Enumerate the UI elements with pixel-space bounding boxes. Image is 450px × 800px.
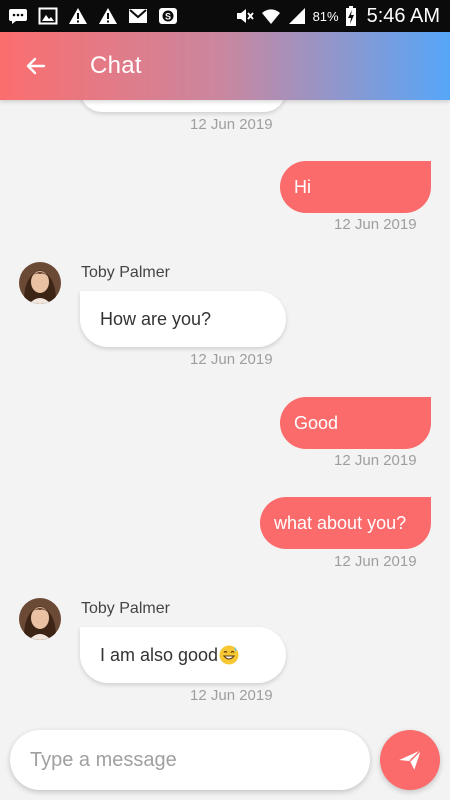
back-button[interactable] [16, 46, 56, 86]
wifi-icon [261, 7, 281, 25]
contact-photo [19, 598, 61, 640]
mail-icon [128, 7, 148, 25]
contact-photo [19, 262, 61, 304]
message-text: I am also good [100, 644, 219, 665]
message-text: Hi [294, 176, 311, 197]
message-timestamp: 12 Jun 2019 [334, 452, 417, 469]
battery-charging-icon [345, 6, 357, 26]
warning-icon [68, 7, 88, 25]
message-timestamp: 12 Jun 2019 [190, 116, 273, 133]
arrow-left-icon [26, 57, 46, 75]
incoming-message-bubble: How are you? [80, 291, 286, 347]
status-bar: S 81% 5:46 AM [0, 0, 450, 32]
outgoing-message-bubble: what about you? [260, 497, 431, 549]
message-text: Good [294, 412, 339, 433]
status-time: 5:46 AM [366, 4, 440, 27]
message-timestamp: 12 Jun 2019 [334, 553, 417, 570]
outgoing-message-bubble: Hi [280, 161, 431, 213]
send-button[interactable] [380, 730, 440, 790]
message-list[interactable]: 12 Jun 2019 Hi 12 Jun 2019 Toby Palmer H… [0, 100, 450, 720]
outgoing-message-bubble: Good [280, 397, 431, 449]
incoming-message-bubble [80, 100, 286, 112]
message-timestamp: 12 Jun 2019 [190, 687, 273, 704]
message-input[interactable] [30, 748, 350, 772]
message-composer [10, 730, 370, 790]
message-timestamp: 12 Jun 2019 [334, 216, 417, 233]
incoming-message-bubble: I am also good [80, 627, 286, 683]
page-title: Chat [90, 52, 142, 79]
message-text: How are you? [100, 308, 212, 329]
skype-icon: S [158, 7, 178, 25]
warning-icon [98, 7, 118, 25]
message-timestamp: 12 Jun 2019 [190, 351, 273, 368]
signal-icon [287, 7, 307, 25]
avatar[interactable] [19, 598, 61, 640]
message-text: what about you? [274, 512, 407, 533]
battery-percent: 81% [312, 8, 339, 24]
system-icons: 81% 5:46 AM [235, 5, 440, 28]
svg-text:S: S [165, 12, 171, 22]
avatar[interactable] [19, 262, 61, 304]
image-icon [38, 7, 58, 25]
notification-icons: S [8, 7, 178, 25]
app-bar: Chat [0, 32, 450, 100]
send-icon [399, 749, 422, 770]
grinning-sweat-emoji-icon [219, 645, 239, 665]
mute-icon [235, 7, 255, 25]
message-icon [8, 7, 28, 25]
sender-name: Toby Palmer [81, 264, 170, 281]
sender-name: Toby Palmer [81, 600, 170, 617]
